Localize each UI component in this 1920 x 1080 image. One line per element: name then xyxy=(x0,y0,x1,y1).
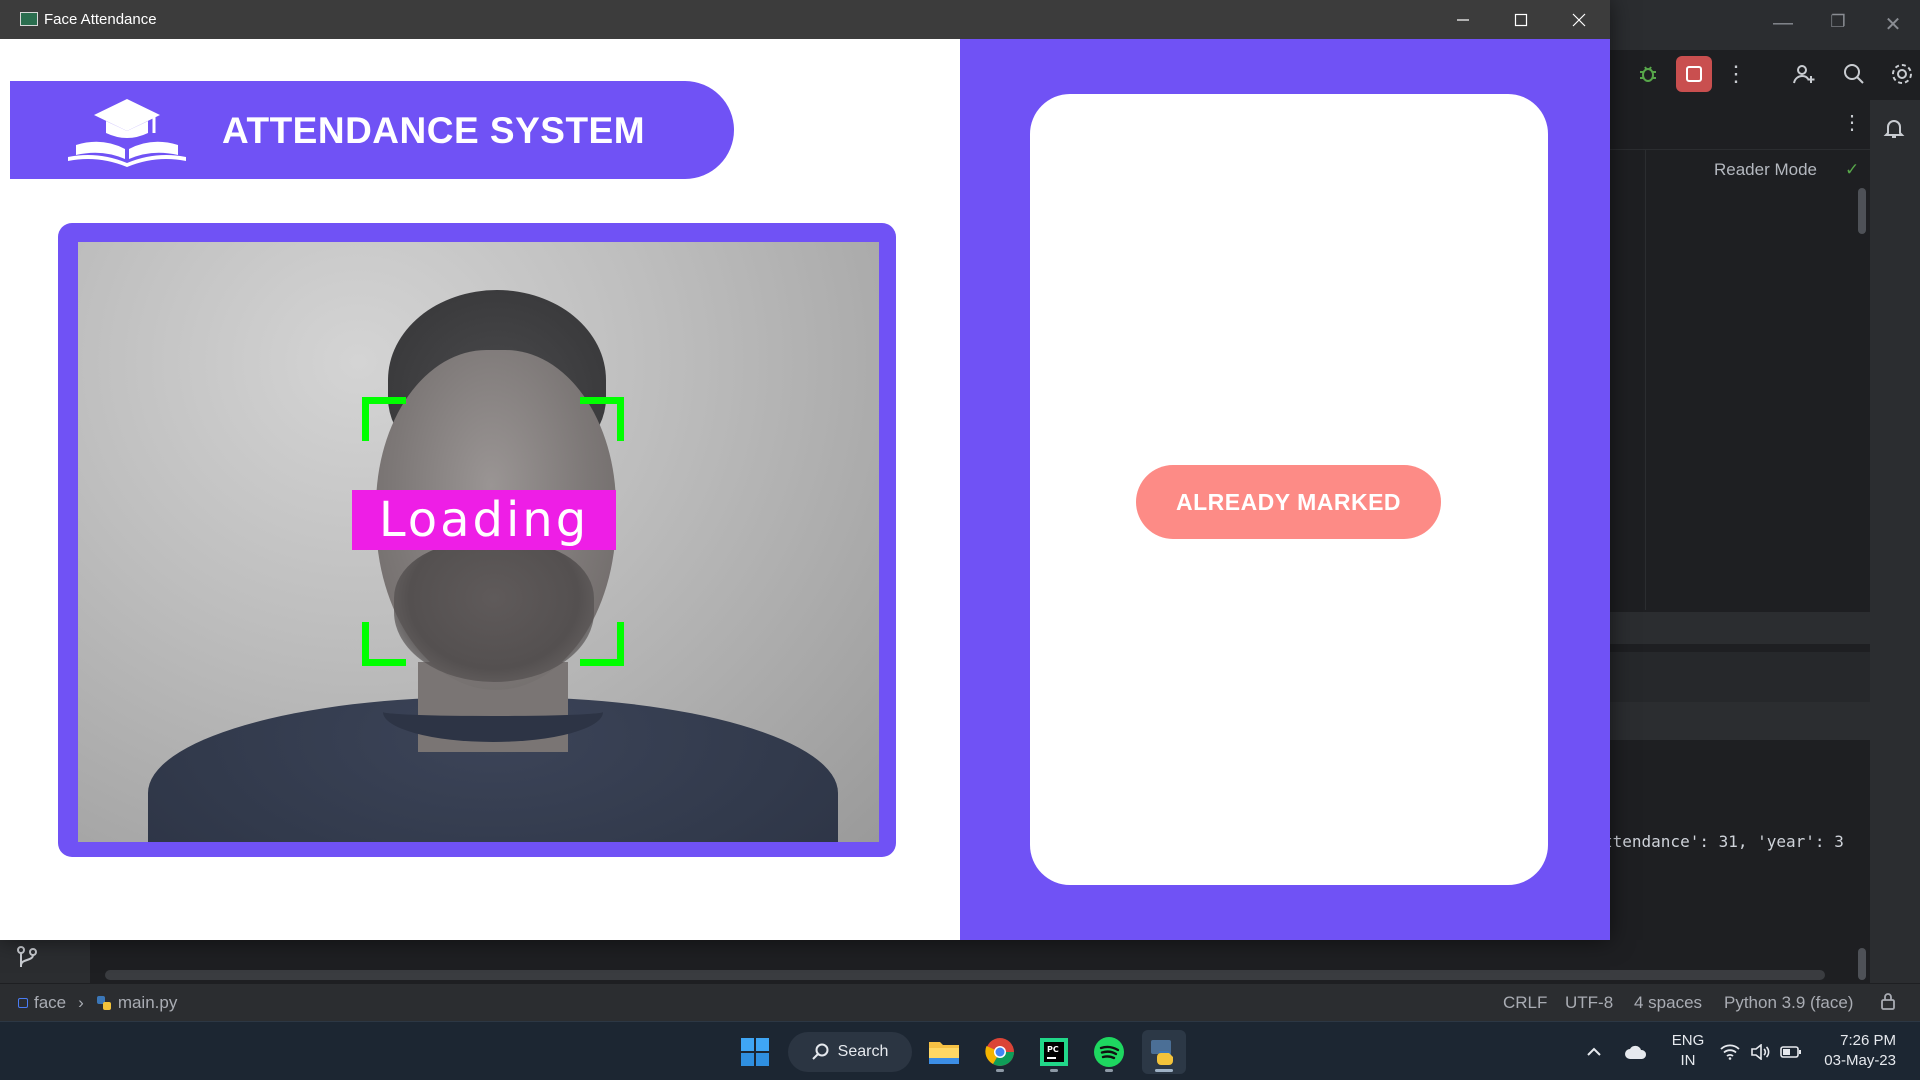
debug-icon[interactable] xyxy=(1630,56,1666,92)
editor-gutter-divider xyxy=(1645,150,1646,610)
ide-editor-header: ⋮ xyxy=(1610,100,1870,150)
ide-close-icon[interactable]: ✕ xyxy=(1868,12,1918,37)
breadcrumb: face › main.py xyxy=(18,993,177,1013)
graduation-book-logo-icon xyxy=(68,99,186,167)
breadcrumb-project[interactable]: face xyxy=(34,993,66,1013)
face-box-corner-bottom-left xyxy=(362,622,406,666)
info-panel: ALREADY MARKED xyxy=(960,39,1610,940)
search-icon[interactable] xyxy=(1836,56,1872,92)
face-box-corner-bottom-right xyxy=(580,622,624,666)
indent-widget[interactable]: 4 spaces xyxy=(1634,993,1702,1013)
window-titlebar[interactable]: Face Attendance xyxy=(0,0,1610,39)
window-content: ATTENDANCE SYSTEM Loading ALREADY MARKED xyxy=(10,39,1610,940)
inspection-ok-icon: ✓ xyxy=(1845,160,1860,179)
chrome-icon[interactable] xyxy=(978,1030,1022,1074)
student-info-card: ALREADY MARKED xyxy=(1030,94,1548,885)
start-icon[interactable] xyxy=(733,1030,777,1074)
show-hidden-icons-chevron-icon[interactable] xyxy=(1586,1022,1602,1080)
breadcrumb-file[interactable]: main.py xyxy=(118,993,178,1013)
camera-feed: Loading xyxy=(78,242,879,842)
svg-text:PC: PC xyxy=(1047,1045,1059,1054)
console-vertical-scrollbar[interactable] xyxy=(1858,948,1866,980)
more-vertical-icon[interactable]: ⋮ xyxy=(1718,56,1754,92)
maximize-icon xyxy=(1514,13,1528,26)
interpreter-widget[interactable]: Python 3.9 (face) xyxy=(1724,993,1853,1013)
battery-icon[interactable] xyxy=(1780,1022,1802,1080)
file-explorer-icon[interactable] xyxy=(922,1030,966,1074)
maximize-button[interactable] xyxy=(1492,0,1550,39)
clock[interactable]: 7:26 PM 03-May-23 xyxy=(1818,1031,1896,1071)
volume-icon[interactable] xyxy=(1750,1022,1770,1080)
onedrive-cloud-icon[interactable] xyxy=(1624,1022,1648,1080)
line-ending-widget[interactable]: CRLF xyxy=(1503,993,1547,1013)
editor-more-icon[interactable]: ⋮ xyxy=(1842,110,1862,135)
camera-person-collar xyxy=(383,682,603,742)
editor-scrollbar[interactable] xyxy=(1858,188,1866,234)
running-indicator xyxy=(996,1069,1004,1072)
ide-right-toolstrip xyxy=(1870,100,1920,990)
camera-person-beard xyxy=(394,542,594,682)
python-icon[interactable] xyxy=(1142,1030,1186,1074)
running-indicator xyxy=(1105,1069,1113,1072)
desktop: — ❐ ✕ ⋮ ⋮ Reader Mode ✓ ttendance': 31, … xyxy=(0,0,1920,1080)
language-line1: ENG xyxy=(1671,1032,1705,1049)
clock-date: 03-May-23 xyxy=(1824,1052,1896,1069)
taskbar-search-button[interactable]: Search xyxy=(788,1032,912,1072)
run-panel-toolbar xyxy=(1610,702,1870,740)
notifications-bell-icon[interactable] xyxy=(1882,116,1906,145)
app-window-icon xyxy=(20,12,38,26)
settings-gear-icon[interactable] xyxy=(1884,56,1920,92)
ide-minimize-icon[interactable]: — xyxy=(1758,12,1808,35)
language-line2: IN xyxy=(1680,1052,1696,1069)
window-title: Face Attendance xyxy=(44,11,157,28)
run-panel-tabs xyxy=(1610,652,1870,702)
header-banner: ATTENDANCE SYSTEM xyxy=(10,81,734,179)
clock-time: 7:26 PM xyxy=(1840,1032,1896,1049)
pycharm-icon[interactable]: PC xyxy=(1032,1030,1076,1074)
search-icon xyxy=(811,1043,829,1060)
minimize-icon xyxy=(1457,18,1469,21)
chevron-right-icon: › xyxy=(78,993,84,1012)
spotify-icon[interactable] xyxy=(1087,1030,1131,1074)
ide-restore-icon[interactable]: ❐ xyxy=(1813,12,1863,32)
python-file-icon xyxy=(96,996,111,1010)
close-button[interactable] xyxy=(1550,0,1608,39)
taskbar-search-label: Search xyxy=(837,1043,889,1060)
console-output-line: ttendance': 31, 'year': 3 xyxy=(1603,832,1844,851)
wifi-icon[interactable] xyxy=(1720,1022,1740,1080)
close-icon xyxy=(1572,13,1586,26)
folder-icon xyxy=(18,998,28,1008)
face-box-corner-top-right xyxy=(580,397,624,441)
git-branch-icon[interactable] xyxy=(14,944,40,970)
ide-statusbar: face › main.py CRLF UTF-8 4 spaces Pytho… xyxy=(0,983,1920,1021)
running-indicator xyxy=(1050,1069,1058,1072)
encoding-widget[interactable]: UTF-8 xyxy=(1565,993,1613,1013)
taskbar: Search PC ENG IN 7:26 PM 03-May-23 xyxy=(0,1021,1920,1080)
console-horizontal-scrollbar[interactable] xyxy=(105,970,1825,980)
tool-window-header xyxy=(1610,612,1870,644)
app-title: ATTENDANCE SYSTEM xyxy=(222,110,646,151)
language-indicator[interactable]: ENG IN xyxy=(1666,1031,1710,1071)
ide-toolbar: ⋮ xyxy=(1610,56,1920,100)
reader-mode-toggle[interactable]: Reader Mode xyxy=(1714,160,1817,180)
status-badge: ALREADY MARKED xyxy=(1136,465,1441,539)
add-user-icon[interactable] xyxy=(1786,56,1822,92)
minimize-button[interactable] xyxy=(1434,0,1492,39)
face-box-corner-top-left xyxy=(362,397,406,441)
lock-icon[interactable] xyxy=(1880,992,1896,1015)
stop-icon[interactable] xyxy=(1676,56,1712,92)
loading-overlay-label: Loading xyxy=(352,490,616,550)
active-indicator xyxy=(1155,1069,1173,1072)
face-attendance-window: Face Attendance ATTENDANCE SYSTEM Loadin… xyxy=(0,0,1610,940)
